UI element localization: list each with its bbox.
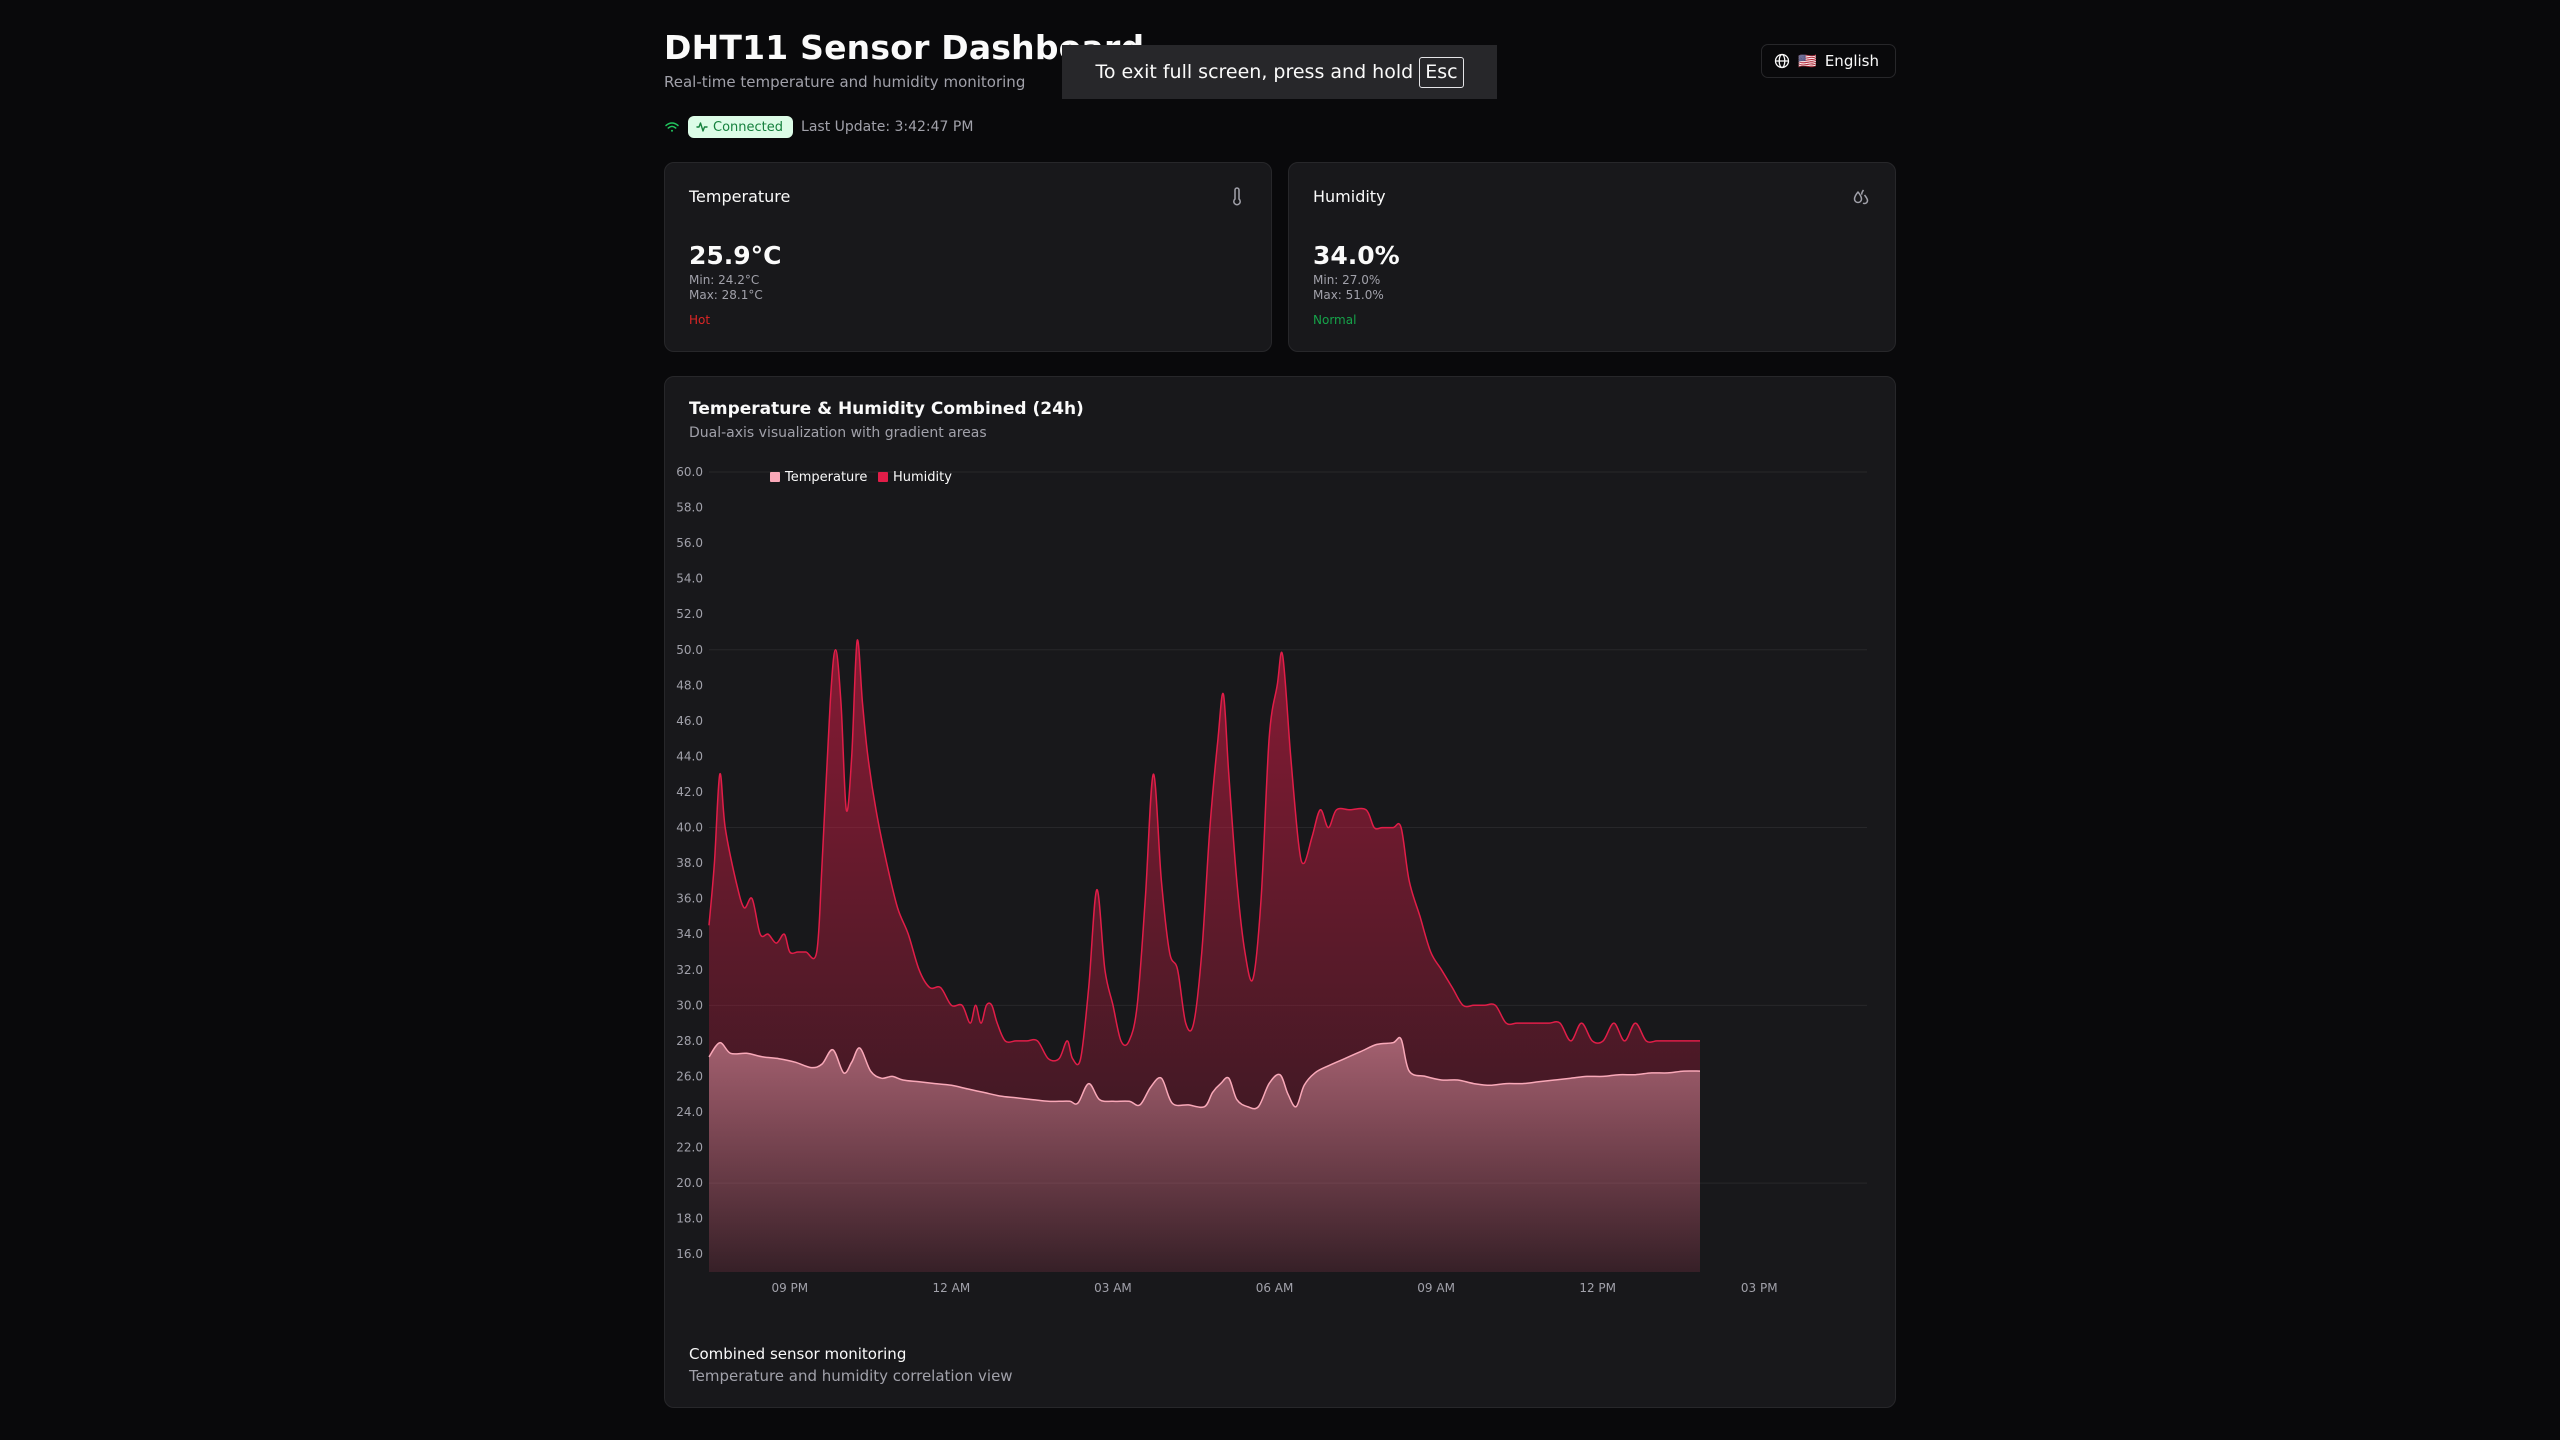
temperature-max: Max: 28.1°C xyxy=(689,288,763,302)
thermometer-icon xyxy=(1227,187,1247,207)
legend-swatch-temperature xyxy=(770,472,780,482)
language-selector-button[interactable]: 🇺🇸 English xyxy=(1761,44,1896,78)
combined-area-chart: 60.0 58.0 56.0 54.0 52.0 50.0 48.0 46.0 44.0 42.0… xyxy=(676,465,1867,1295)
connection-status: Connected Last Update: 3:42:47 PM xyxy=(664,115,973,139)
y-tick-label: 36.0 xyxy=(676,892,703,906)
legend-label-temperature[interactable]: Temperature xyxy=(784,470,867,485)
status-badge: Connected xyxy=(688,116,794,138)
globe-icon xyxy=(1774,53,1790,69)
y-tick-label: 50.0 xyxy=(676,643,703,657)
y-tick-label: 54.0 xyxy=(676,572,703,586)
fullscreen-exit-toast: To exit full screen, press and hold Esc xyxy=(1062,45,1497,99)
legend-swatch-humidity xyxy=(878,472,888,482)
y-tick-label: 40.0 xyxy=(676,821,703,835)
y-tick-label: 60.0 xyxy=(676,465,703,479)
y-tick-label: 30.0 xyxy=(676,998,703,1012)
droplets-icon xyxy=(1851,187,1871,207)
chart-footer-title: Combined sensor monitoring xyxy=(689,1345,907,1363)
humidity-card: Humidity 34.0% Min: 27.0% Max: 51.0% Nor… xyxy=(1288,162,1896,352)
temperature-card: Temperature 25.9°C Min: 24.2°C Max: 28.1… xyxy=(664,162,1272,352)
temperature-card-title: Temperature xyxy=(689,187,791,206)
y-tick-label: 16.0 xyxy=(676,1247,703,1261)
y-tick-label: 20.0 xyxy=(676,1176,703,1190)
combined-chart-card: Temperature & Humidity Combined (24h) Du… xyxy=(664,376,1896,1408)
status-badge-label: Connected xyxy=(713,119,784,135)
y-tick-label: 24.0 xyxy=(676,1105,703,1119)
x-tick-label: 03 AM xyxy=(1094,1281,1132,1295)
humidity-card-title: Humidity xyxy=(1313,187,1386,206)
wifi-icon xyxy=(664,119,680,135)
y-tick-label: 56.0 xyxy=(676,536,703,550)
legend-label-humidity[interactable]: Humidity xyxy=(893,470,952,485)
y-tick-label: 58.0 xyxy=(676,501,703,515)
y-tick-label: 22.0 xyxy=(676,1141,703,1155)
y-tick-label: 34.0 xyxy=(676,927,703,941)
y-tick-label: 42.0 xyxy=(676,785,703,799)
humidity-value: 34.0% xyxy=(1313,241,1400,270)
y-tick-label: 32.0 xyxy=(676,963,703,977)
y-tick-label: 38.0 xyxy=(676,856,703,870)
humidity-min: Min: 27.0% xyxy=(1313,273,1381,287)
y-tick-label: 52.0 xyxy=(676,607,703,621)
x-tick-label: 03 PM xyxy=(1741,1281,1778,1295)
esc-key: Esc xyxy=(1419,56,1464,88)
humidity-status: Normal xyxy=(1313,313,1357,327)
y-tick-label: 26.0 xyxy=(676,1069,703,1083)
temperature-value: 25.9°C xyxy=(689,241,782,270)
y-tick-label: 48.0 xyxy=(676,678,703,692)
flag-icon: 🇺🇸 xyxy=(1798,52,1817,70)
fullscreen-toast-text: To exit full screen, press and hold xyxy=(1095,61,1414,83)
humidity-max: Max: 51.0% xyxy=(1313,288,1384,302)
last-update: Last Update: 3:42:47 PM xyxy=(801,119,974,135)
language-label: English xyxy=(1824,52,1879,70)
activity-icon xyxy=(696,121,708,133)
y-tick-label: 18.0 xyxy=(676,1212,703,1226)
y-tick-label: 44.0 xyxy=(676,749,703,763)
chart-footer-subtitle: Temperature and humidity correlation vie… xyxy=(689,1367,1013,1385)
y-tick-label: 28.0 xyxy=(676,1034,703,1048)
x-tick-label: 12 PM xyxy=(1579,1281,1616,1295)
temperature-status: Hot xyxy=(689,313,711,327)
x-tick-label: 12 AM xyxy=(933,1281,971,1295)
page-subtitle: Real-time temperature and humidity monit… xyxy=(664,73,1026,91)
x-tick-label: 06 AM xyxy=(1256,1281,1294,1295)
x-tick-label: 09 AM xyxy=(1417,1281,1455,1295)
temperature-min: Min: 24.2°C xyxy=(689,273,760,287)
x-tick-label: 09 PM xyxy=(771,1281,808,1295)
y-tick-label: 46.0 xyxy=(676,714,703,728)
